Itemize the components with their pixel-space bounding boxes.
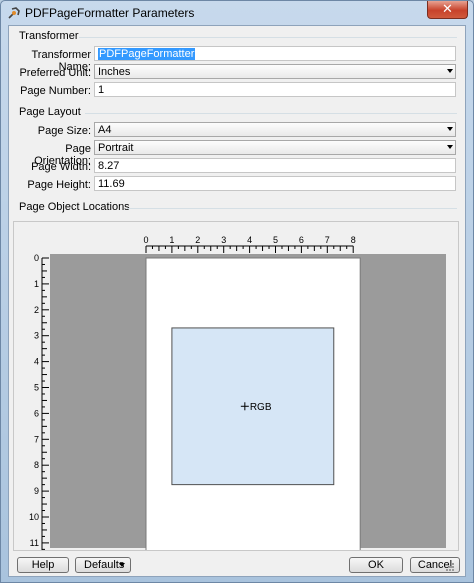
page-orientation-value: Portrait [98,142,134,154]
close-button[interactable]: ✕ [427,1,468,19]
y-tick-label: 10 [29,512,39,522]
defaults-button[interactable]: Defaults [75,557,131,573]
resize-grip-icon[interactable] [445,562,455,572]
y-tick-label: 11 [30,538,39,548]
x-tick-label: 3 [221,235,226,245]
x-tick-label: 6 [299,235,304,245]
dialog-window: PDFPageFormatter Parameters ✕ Transforme… [0,0,474,583]
page-height-value: 11.69 [98,178,125,190]
x-tick-label: 2 [195,235,200,245]
section-transformer-label: Transformer [19,30,79,42]
ok-button[interactable]: OK [349,557,403,573]
page-size-select[interactable]: A4 [94,122,456,137]
chevron-down-icon [447,69,453,73]
ok-button-label: OK [368,559,384,571]
dialog-button-bar: Help Defaults OK Cancel [9,552,465,578]
page-height-label: Page Height: [27,179,91,191]
page-size-value: A4 [98,124,112,136]
preferred-unit-select[interactable]: Inches [94,64,456,79]
page-locations-canvas[interactable]: 0 1 2 3 4 5 6 7 8 0 1 2 3 4 5 6 7 8 9 10 11 RGB [14,222,458,562]
help-button[interactable]: Help [17,557,69,573]
x-tick-label: 7 [325,235,330,245]
dialog-client-area: Transformer Transformer Name: PDFPageFor… [8,25,466,577]
page-object-locations-panel: 0 1 2 3 4 5 6 7 8 0 1 2 3 4 5 6 7 8 9 10 11 RGB [13,221,459,562]
fme-app-icon [7,6,21,20]
y-tick-label: 4 [34,357,39,367]
preferred-unit-label: Preferred Unit: [19,67,91,79]
help-button-label: Help [31,559,55,571]
close-icon: ✕ [442,1,453,16]
y-tick-label: 9 [34,486,39,496]
page-size-label: Page Size: [37,125,91,137]
page-height-input[interactable]: 11.69 [94,176,456,191]
preferred-unit-value: Inches [98,66,131,78]
transformer-name-input[interactable]: PDFPageFormatter [94,46,456,61]
page-orientation-select[interactable]: Portrait [94,140,456,155]
transformer-name-value: PDFPageFormatter [98,48,196,60]
x-tick-label: 0 [143,235,148,245]
page-width-value: 8.27 [98,160,120,172]
section-divider [85,113,457,114]
page-width-label: Page Width: [31,161,91,173]
y-tick-label: 1 [34,279,39,289]
title-bar[interactable]: PDFPageFormatter Parameters ✕ [1,1,473,25]
y-tick-label: 5 [34,383,39,393]
section-page-layout-label: Page Layout [19,106,81,118]
window-title: PDFPageFormatter Parameters [25,6,195,20]
y-tick-label: 2 [34,305,39,315]
x-tick-label: 5 [273,235,278,245]
page-number-label: Page Number: [20,85,91,97]
page-number-input[interactable]: 1 [94,82,456,97]
chevron-down-icon [119,563,125,567]
y-tick-label: 8 [34,460,39,470]
y-tick-label: 0 [34,253,39,263]
x-tick-label: 4 [247,235,252,245]
chevron-down-icon [447,145,453,149]
page-number-value: 1 [98,84,105,96]
y-tick-label: 7 [34,434,39,444]
section-locations-label: Page Object Locations [19,201,130,213]
x-tick-label: 8 [351,235,356,245]
section-divider [79,37,457,38]
section-divider [127,208,457,209]
page-width-input[interactable]: 8.27 [94,158,456,173]
y-tick-label: 6 [34,408,39,418]
page-object-label: RGB [250,402,272,413]
y-tick-label: 3 [34,331,39,341]
x-tick-label: 1 [169,235,174,245]
chevron-down-icon [447,127,453,131]
